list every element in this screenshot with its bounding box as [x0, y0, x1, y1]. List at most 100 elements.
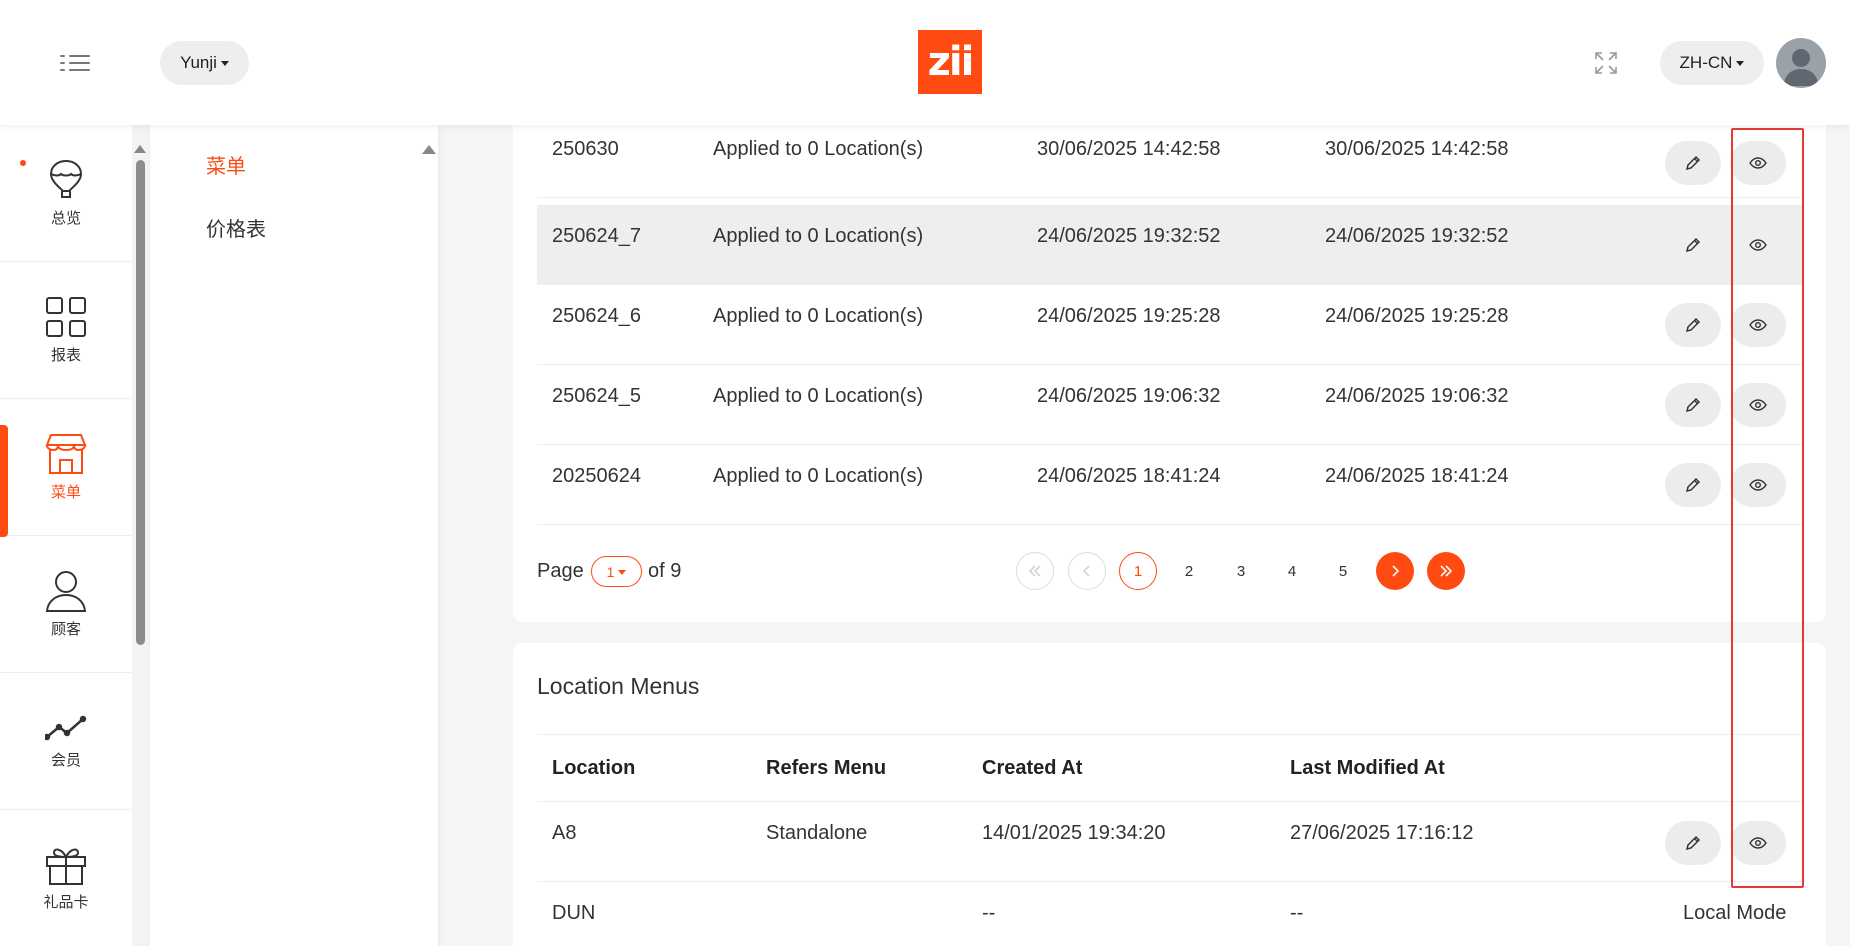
caret-down-icon	[618, 569, 627, 575]
page-5-button[interactable]: 5	[1324, 552, 1362, 590]
menu-created: 24/06/2025 19:06:32	[1037, 385, 1221, 407]
last-page-button[interactable]	[1427, 552, 1465, 590]
menu-name: 250624_5	[552, 385, 641, 407]
next-page-button[interactable]	[1376, 552, 1414, 590]
menu-created: 30/06/2025 14:42:58	[1037, 138, 1221, 160]
chevron-left-icon	[1083, 565, 1090, 577]
sidebar-item-customers[interactable]: 顾客	[0, 536, 132, 673]
section-title: Location Menus	[537, 673, 700, 699]
table-row[interactable]: 250624_5 Applied to 0 Location(s) 24/06/…	[537, 365, 1802, 445]
view-button[interactable]	[1730, 383, 1786, 427]
main-sidebar: 总览 报表 菜单 顾客 会员 礼品卡	[0, 125, 132, 946]
menu-created: 24/06/2025 19:25:28	[1037, 305, 1221, 327]
storefront-icon	[45, 433, 87, 474]
sidebar-item-members[interactable]: 会员	[0, 673, 132, 810]
view-button[interactable]	[1730, 463, 1786, 507]
sidebar-item-label: 会员	[50, 751, 81, 769]
scroll-up-icon[interactable]	[134, 145, 146, 153]
column-header-last-modified-at: Last Modified At	[1290, 757, 1445, 779]
sidebar-item-overview[interactable]: 总览	[0, 125, 132, 262]
sidebar-scroll-thumb[interactable]	[136, 160, 145, 645]
eye-icon	[1749, 239, 1767, 251]
line-chart-icon	[45, 715, 87, 740]
sidebar-item-label: 礼品卡	[43, 893, 89, 911]
edit-button[interactable]	[1665, 821, 1721, 865]
sidebar-item-label: 顾客	[50, 620, 81, 638]
column-header-created-at: Created At	[982, 757, 1083, 779]
edit-button[interactable]	[1665, 223, 1721, 267]
fullscreen-icon[interactable]	[1594, 51, 1618, 75]
sidebar-item-reports[interactable]: 报表	[0, 262, 132, 399]
table-row[interactable]: DUN -- -- Local Mode	[537, 882, 1802, 946]
page-number: 1	[1133, 562, 1143, 580]
top-header: Yunji zii ZH-CN	[0, 0, 1850, 125]
view-button[interactable]	[1730, 223, 1786, 267]
location-refers-menu: Standalone	[766, 822, 868, 844]
submenu-item-menu[interactable]: 菜单	[206, 150, 246, 179]
eye-icon	[1749, 479, 1767, 491]
sidebar-item-gift-card[interactable]: 礼品卡	[0, 810, 132, 946]
chevron-right-icon	[1392, 565, 1399, 577]
edit-button[interactable]	[1665, 463, 1721, 507]
language-selector[interactable]: ZH-CN	[1660, 41, 1764, 85]
column-header-location: Location	[552, 757, 636, 779]
table-row[interactable]: 250624_6 Applied to 0 Location(s) 24/06/…	[537, 285, 1802, 365]
eye-icon	[1749, 319, 1767, 331]
menu-name: 20250624	[552, 465, 641, 487]
table-row[interactable]: 250624_7 Applied to 0 Location(s) 24/06/…	[537, 205, 1802, 285]
menu-modified: 24/06/2025 19:25:28	[1325, 305, 1509, 327]
menu-modified: 24/06/2025 19:32:52	[1325, 225, 1509, 247]
column-header-refers-menu: Refers Menu	[766, 757, 887, 779]
table-row[interactable]: 250630 Applied to 0 Location(s) 30/06/20…	[537, 118, 1802, 198]
menu-name: 250624_6	[552, 305, 641, 327]
location-created: --	[982, 902, 996, 924]
location-mode: Local Mode	[1683, 902, 1787, 924]
store-selector[interactable]: Yunji	[160, 41, 249, 85]
gift-icon	[46, 848, 86, 885]
page-number: 2	[1184, 562, 1194, 580]
table-header: Location Refers Menu Created At Last Mod…	[537, 734, 1802, 802]
page-3-button[interactable]: 3	[1222, 552, 1260, 590]
pencil-icon	[1685, 237, 1701, 253]
sidebar-item-label: 报表	[50, 346, 81, 364]
table-row[interactable]: A8 Standalone 14/01/2025 19:34:20 27/06/…	[537, 802, 1802, 882]
active-indicator	[0, 425, 8, 537]
page-1-button[interactable]: 1	[1119, 552, 1157, 590]
user-avatar[interactable]	[1776, 38, 1826, 88]
page-number: 5	[1338, 562, 1348, 580]
grid-icon	[46, 296, 86, 337]
sidebar-item-label: 总览	[50, 209, 81, 227]
view-button[interactable]	[1730, 303, 1786, 347]
first-page-button[interactable]	[1016, 552, 1054, 590]
store-selector-label: Yunji	[180, 53, 217, 72]
view-button[interactable]	[1730, 141, 1786, 185]
view-button[interactable]	[1730, 821, 1786, 865]
submenu-item-label: 菜单	[206, 156, 246, 178]
edit-button[interactable]	[1665, 383, 1721, 427]
menu-applied: Applied to 0 Location(s)	[713, 305, 924, 327]
eye-icon	[1749, 837, 1767, 849]
brand-logo[interactable]: zii	[918, 30, 982, 94]
page-selector[interactable]: 1	[591, 556, 642, 587]
menu-toggle-icon[interactable]	[60, 52, 90, 74]
edit-button[interactable]	[1665, 303, 1721, 347]
submenu-item-price-list[interactable]: 价格表	[206, 213, 266, 242]
table-row[interactable]: 20250624 Applied to 0 Location(s) 24/06/…	[537, 445, 1802, 525]
sidebar-item-menu[interactable]: 菜单	[0, 399, 132, 536]
page-count: of 9	[648, 560, 682, 582]
eye-icon	[1749, 157, 1767, 169]
language-selector-label: ZH-CN	[1679, 53, 1733, 72]
page-label: Page	[537, 560, 584, 582]
active-dot	[20, 160, 26, 166]
edit-button[interactable]	[1665, 141, 1721, 185]
menu-applied: Applied to 0 Location(s)	[713, 465, 924, 487]
page-2-button[interactable]: 2	[1170, 552, 1208, 590]
pencil-icon	[1685, 835, 1701, 851]
page-selector-value: 1	[606, 563, 615, 580]
page-4-button[interactable]: 4	[1273, 552, 1311, 590]
menu-applied: Applied to 0 Location(s)	[713, 225, 924, 247]
caret-down-icon	[220, 61, 229, 66]
double-chevron-left-icon	[1029, 565, 1041, 577]
prev-page-button[interactable]	[1068, 552, 1106, 590]
scroll-up-icon[interactable]	[422, 145, 436, 154]
